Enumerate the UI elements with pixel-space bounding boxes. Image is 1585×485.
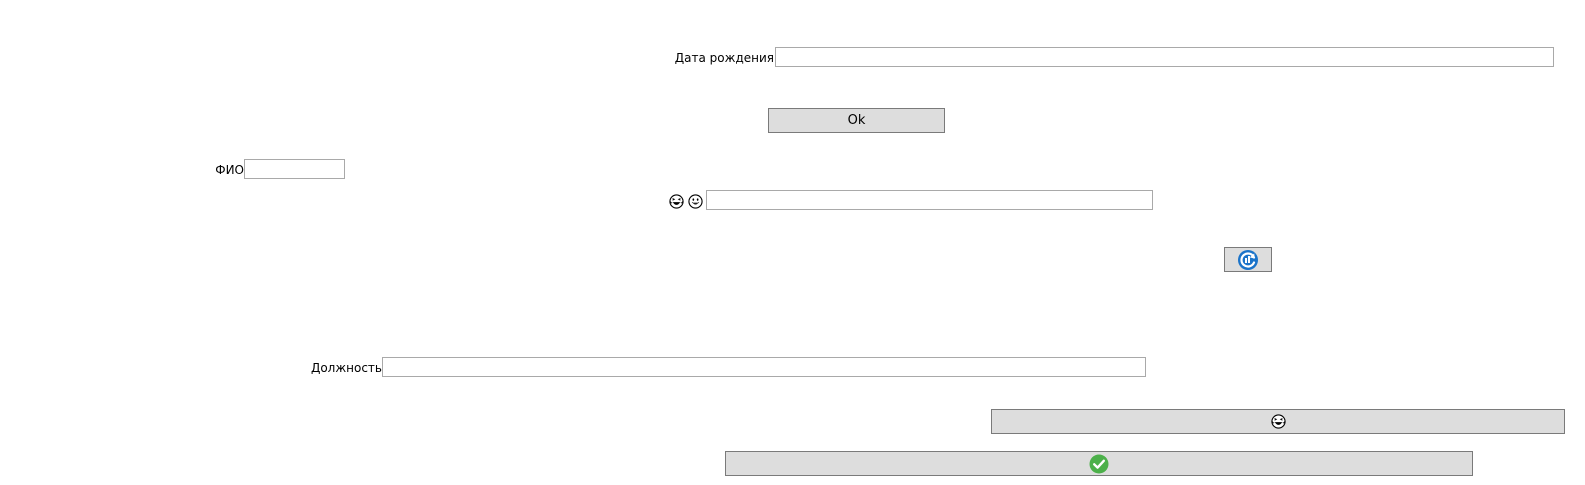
laughing-emoji-icon: [669, 193, 684, 209]
birth-date-label: Дата рождения: [674, 51, 774, 65]
birth-date-field[interactable]: [775, 47, 1554, 67]
refresh-icon: [1237, 249, 1259, 271]
emoji-label: [669, 191, 703, 211]
grinning-emoji-icon: [688, 193, 703, 209]
emoji-field[interactable]: [706, 190, 1153, 210]
fio-field[interactable]: [244, 159, 345, 179]
emoji-button[interactable]: [991, 409, 1565, 434]
confirm-button[interactable]: [725, 451, 1473, 476]
ok-button[interactable]: Ok: [768, 108, 945, 133]
laughing-emoji-icon: [1270, 414, 1286, 429]
fio-label: ФИО: [215, 163, 244, 177]
refresh-button[interactable]: [1224, 247, 1272, 272]
position-field[interactable]: [382, 357, 1146, 377]
check-icon: [1089, 454, 1109, 474]
position-label: Должность: [310, 361, 382, 375]
